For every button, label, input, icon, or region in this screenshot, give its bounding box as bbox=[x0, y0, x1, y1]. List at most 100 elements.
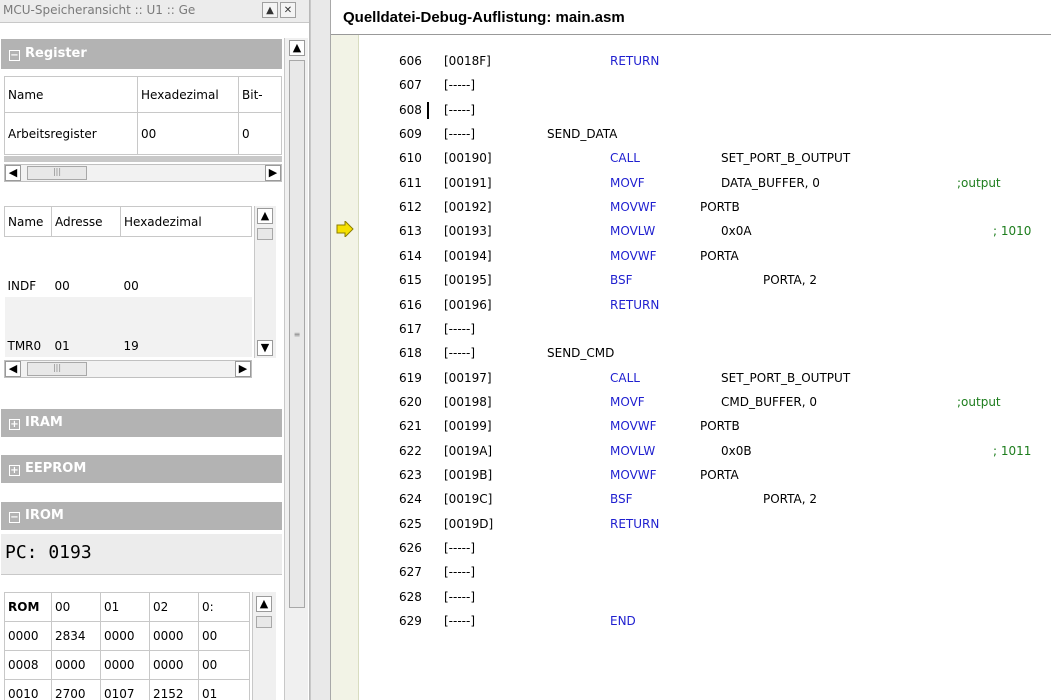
scroll-thumb[interactable]: ||| bbox=[27, 166, 87, 180]
scroll-down-icon[interactable]: ▼ bbox=[257, 340, 273, 356]
table-cell: 0010 bbox=[4, 679, 52, 700]
code-line[interactable]: 606 [0018F] RETURN bbox=[331, 49, 1051, 73]
code-line[interactable]: 620 [00198] MOVF CMD_BUFFER, 0 ;output bbox=[331, 390, 1051, 414]
code-line[interactable]: 628 [-----] bbox=[331, 585, 1051, 609]
code-line[interactable]: 611 [00191] MOVF DATA_BUFFER, 0 ;output bbox=[331, 171, 1051, 195]
sfr-hscrollbar[interactable]: ◀ ||| ▶ bbox=[4, 360, 252, 378]
opcode: BSF bbox=[610, 273, 633, 288]
table-cell: 0000 bbox=[100, 650, 150, 680]
code-line[interactable]: 621 [00199] MOVWF PORTB bbox=[331, 414, 1051, 438]
opcode: MOVWF bbox=[610, 467, 657, 482]
mcu-memory-panel: MCU-Speicheransicht :: U1 :: Ge ▲ ✕ − Reg… bbox=[0, 0, 310, 700]
col-header-bit: Bit- bbox=[238, 76, 282, 113]
table-cell: 0000 bbox=[4, 621, 52, 651]
table-cell: 0107 bbox=[100, 679, 150, 700]
scroll-up-icon[interactable]: ▲ bbox=[257, 208, 273, 224]
line-number: 608 bbox=[399, 102, 422, 117]
minimize-icon[interactable]: ▲ bbox=[262, 2, 278, 18]
irom-section-header[interactable]: − IROM bbox=[1, 502, 282, 530]
sfr-vscrollbar[interactable]: ▲ ▼ bbox=[254, 206, 276, 358]
opcode: RETURN bbox=[610, 297, 660, 312]
code-line[interactable]: 624 [0019C] BSF PORTA, 2 bbox=[331, 487, 1051, 511]
table-cell: 2700 bbox=[51, 679, 101, 700]
panel-title: MCU-Speicheransicht :: U1 :: Ge bbox=[3, 3, 196, 17]
code-line[interactable]: 627 [-----] bbox=[331, 560, 1051, 584]
line-number: 616 bbox=[399, 297, 422, 312]
code-line[interactable]: 622 [0019A] MOVLW 0x0B ; 1011 bbox=[331, 439, 1051, 463]
opcode: CALL bbox=[610, 151, 640, 166]
code-line[interactable]: 619 [00197] CALL SET_PORT_B_OUTPUT bbox=[331, 366, 1051, 390]
opcode: MOVF bbox=[610, 175, 645, 190]
iram-section-header[interactable]: + IRAM bbox=[1, 409, 282, 437]
scroll-left-icon[interactable]: ◀ bbox=[5, 165, 21, 181]
register-section-header[interactable]: − Register bbox=[1, 39, 282, 69]
code-line[interactable]: 617 [-----] bbox=[331, 317, 1051, 341]
code-line[interactable]: 618 [-----] SEND_CMD bbox=[331, 341, 1051, 365]
opcode: CALL bbox=[610, 370, 640, 385]
rom-vscrollbar[interactable]: ▲ bbox=[252, 592, 276, 700]
col-header-name: Name bbox=[4, 76, 138, 113]
col-header-hex: Hexadezimal bbox=[137, 76, 239, 113]
operand: SET_PORT_B_OUTPUT bbox=[721, 370, 851, 385]
source-debug-panel: Quelldatei-Debug-Auflistung: main.asm 60… bbox=[330, 0, 1051, 700]
col-header-00: 00 bbox=[51, 592, 101, 622]
register-hscrollbar[interactable]: ◀ ||| ▶ bbox=[4, 164, 282, 182]
table-cell: 0000 bbox=[100, 621, 150, 651]
code-line[interactable]: 623 [0019B] MOVWF PORTA bbox=[331, 463, 1051, 487]
sfr-table: Name Adresse Hexadezimal INDF 00 00 TMR0… bbox=[4, 206, 252, 357]
scroll-thumb[interactable] bbox=[257, 228, 273, 240]
code-line[interactable]: 626 [-----] bbox=[331, 536, 1051, 560]
operand: PORTA, 2 bbox=[763, 492, 818, 507]
code-line[interactable]: 614 [00194] MOVWF PORTA bbox=[331, 244, 1051, 268]
panel-titlebar: MCU-Speicheransicht :: U1 :: Ge ▲ ✕ bbox=[0, 0, 309, 23]
code-line[interactable]: 616 [00196] RETURN bbox=[331, 293, 1051, 317]
code-line[interactable]: 629 [-----] END bbox=[331, 609, 1051, 633]
scroll-up-icon[interactable]: ▲ bbox=[256, 596, 272, 612]
scroll-thumb[interactable]: ≡ bbox=[289, 60, 305, 608]
code-line[interactable]: 609 [-----] SEND_DATA bbox=[331, 122, 1051, 146]
table-cell: 0000 bbox=[51, 650, 101, 680]
scroll-thumb[interactable] bbox=[256, 616, 272, 628]
scroll-right-icon[interactable]: ▶ bbox=[265, 165, 281, 181]
code-label: SEND_CMD bbox=[547, 346, 615, 361]
table-cell: 19 bbox=[123, 338, 139, 353]
scroll-thumb[interactable]: ||| bbox=[27, 362, 87, 376]
panel-vscrollbar[interactable]: ▲ ≡ bbox=[284, 38, 308, 700]
scroll-right-icon[interactable]: ▶ bbox=[235, 361, 251, 377]
table-cell: 2152 bbox=[149, 679, 199, 700]
line-number: 620 bbox=[399, 394, 422, 409]
line-address: [00197] bbox=[444, 370, 492, 385]
code-line[interactable]: 612 [00192] MOVWF PORTB bbox=[331, 195, 1051, 219]
code-listing[interactable]: 606 [0018F] RETURN 607 [-----] 608 [-----] 609 [… bbox=[331, 49, 1051, 700]
line-number: 615 bbox=[399, 273, 422, 288]
expand-icon[interactable]: + bbox=[9, 465, 20, 476]
col-header-rom: ROM bbox=[4, 592, 52, 622]
line-address: [-----] bbox=[444, 541, 476, 555]
line-number: 609 bbox=[399, 127, 422, 142]
code-line[interactable]: 615 [00195] BSF PORTA, 2 bbox=[331, 268, 1051, 292]
table-cell: 0008 bbox=[4, 650, 52, 680]
code-line[interactable]: 613 [00193] MOVLW 0x0A ; 1010 bbox=[331, 219, 1051, 243]
panel-splitter[interactable] bbox=[310, 0, 330, 700]
opcode: MOVWF bbox=[610, 419, 657, 434]
code-line[interactable]: 625 [0019D] RETURN bbox=[331, 512, 1051, 536]
expand-icon[interactable]: + bbox=[9, 419, 20, 430]
table-cell: 01 bbox=[54, 338, 70, 353]
col-header-03: 0: bbox=[198, 592, 250, 622]
line-address: [-----] bbox=[444, 102, 476, 117]
code-line[interactable]: 610 [00190] CALL SET_PORT_B_OUTPUT bbox=[331, 146, 1051, 170]
code-line[interactable]: 608 [-----] bbox=[331, 98, 1051, 122]
code-comment: ; 1011 bbox=[993, 443, 1032, 458]
text-caret bbox=[427, 101, 429, 119]
eeprom-section-header[interactable]: + EEPROM bbox=[1, 455, 282, 483]
code-line[interactable]: 607 [-----] bbox=[331, 73, 1051, 97]
scroll-up-icon[interactable]: ▲ bbox=[289, 40, 305, 56]
line-number: 614 bbox=[399, 248, 422, 263]
line-number: 627 bbox=[399, 565, 422, 580]
operand: PORTB bbox=[700, 200, 740, 215]
collapse-icon[interactable]: − bbox=[9, 50, 20, 61]
collapse-icon[interactable]: − bbox=[9, 512, 20, 523]
scroll-left-icon[interactable]: ◀ bbox=[5, 361, 21, 377]
col-header-address: Adresse bbox=[51, 206, 121, 237]
close-icon[interactable]: ✕ bbox=[280, 2, 296, 18]
